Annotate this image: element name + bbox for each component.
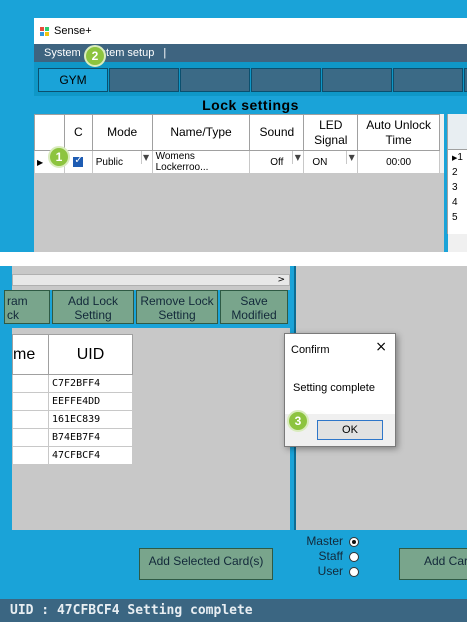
side-list: ▶1 2 3 4 5 (447, 114, 467, 234)
uid-cell[interactable]: C7F2BFF4 (48, 374, 133, 393)
scroll-right-icon[interactable]: > (277, 275, 285, 285)
radio-icon[interactable] (349, 566, 359, 577)
column-header-c: C (63, 114, 93, 151)
lock-settings-panel: Sense+ System System setup | GYM Lock se… (0, 0, 467, 252)
add-lock-setting-button[interactable]: Add Lock Setting (52, 290, 134, 324)
dialog-title: Confirm (291, 344, 330, 356)
column-header-led: LED Signal (303, 114, 359, 151)
side-list-item[interactable]: 2 (448, 165, 467, 180)
menu-separator: | (163, 47, 167, 59)
tab-empty[interactable] (322, 68, 392, 92)
table-row[interactable]: EEFFE4DD (12, 392, 133, 411)
window-title: Sense+ (54, 25, 92, 37)
table-row[interactable]: 47CFBCF4 (12, 446, 133, 465)
uid-cell[interactable]: 161EC839 (48, 410, 133, 429)
column-header-uid: UID (48, 334, 133, 375)
uid-cell[interactable]: EEFFE4DD (48, 392, 133, 411)
side-list-item[interactable]: 4 (448, 195, 467, 210)
tab-empty[interactable] (180, 68, 250, 92)
table-row[interactable]: B74EB7F4 (12, 428, 133, 447)
add-selected-cards-button[interactable]: Add Selected Card(s) (139, 548, 273, 580)
step-badge-3: 3 (287, 410, 309, 432)
lock-action-buttons: ram ck Add Lock Setting Remove Lock Sett… (4, 290, 290, 328)
radio-selected-icon[interactable] (349, 536, 359, 547)
group-tabs: GYM (34, 62, 467, 96)
status-bar: UID : 47CFBCF4 Setting complete (0, 599, 467, 622)
name-cell[interactable]: Womens Lockerroo... (151, 150, 251, 174)
ok-button[interactable]: OK (317, 420, 383, 440)
led-select[interactable]: ON ▼ (303, 150, 359, 174)
tab-empty[interactable] (393, 68, 463, 92)
column-header-mode: Mode (91, 114, 153, 151)
mode-select[interactable]: Public ▼ (91, 150, 153, 174)
menu-system[interactable]: System (44, 47, 81, 59)
side-list-header (448, 114, 467, 150)
table-row[interactable]: 161EC839 (12, 410, 133, 429)
side-list-item[interactable]: 5 (448, 210, 467, 225)
step-badge-1: 1 (48, 146, 70, 168)
program-lock-button[interactable]: ram ck (4, 290, 50, 324)
tab-empty[interactable] (109, 68, 179, 92)
side-list-item[interactable]: 3 (448, 180, 467, 195)
column-header-sound: Sound (249, 114, 305, 151)
side-list-current[interactable]: ▶1 (448, 150, 467, 165)
role-option-master[interactable]: Master (303, 534, 359, 549)
table-row[interactable]: ▶ Public▼ Womens Lockerroo... Off▼ ON▼ 0… (34, 150, 440, 174)
step-badge-2: 2 (84, 45, 106, 67)
column-header-auto-unlock: Auto Unlock Time (357, 114, 440, 151)
lock-settings-table: C Mode Name/Type Sound LED Signal Auto U… (34, 114, 440, 174)
uid-table: me UID C7F2BFF4 EEFFE4DD 161EC839 B74EB7… (12, 334, 133, 465)
section-title: Lock settings (34, 96, 467, 114)
app-icon (40, 26, 50, 36)
table-empty-area (34, 173, 444, 252)
column-header-name: me (12, 334, 49, 375)
role-radio-group: Master Staff User (303, 534, 359, 579)
close-icon[interactable]: × (375, 339, 387, 355)
horizontal-scrollbar[interactable]: > (12, 274, 290, 286)
chevron-down-icon: ▼ (346, 151, 356, 164)
tab-empty[interactable] (251, 68, 321, 92)
dialog-message: Setting complete (293, 382, 375, 394)
card-management-panel: > ram ck Add Lock Setting Remove Lock Se… (0, 266, 467, 622)
chevron-down-icon: ▼ (140, 151, 151, 164)
role-option-user[interactable]: User (303, 564, 359, 579)
chevron-down-icon: ▼ (292, 151, 302, 164)
uid-cell[interactable]: B74EB7F4 (48, 428, 133, 447)
remove-lock-setting-button[interactable]: Remove Lock Setting (136, 290, 218, 324)
auto-unlock-time-cell[interactable]: 00:00 (357, 150, 440, 174)
uid-cell[interactable]: 47CFBCF4 (48, 446, 133, 465)
add-card-button[interactable]: Add Car (399, 548, 467, 580)
uid-pane: > ram ck Add Lock Setting Remove Lock Se… (4, 266, 290, 530)
sound-select[interactable]: Off ▼ (249, 150, 305, 174)
role-option-staff[interactable]: Staff (303, 549, 359, 564)
tab-gym[interactable]: GYM (38, 68, 108, 92)
table-row[interactable]: C7F2BFF4 (12, 374, 133, 393)
radio-icon[interactable] (349, 551, 359, 562)
title-bar: Sense+ (34, 18, 467, 44)
checkbox-checked-icon (73, 155, 84, 167)
save-modified-button[interactable]: Save Modified (220, 290, 288, 324)
column-header-name: Name/Type (151, 114, 251, 151)
